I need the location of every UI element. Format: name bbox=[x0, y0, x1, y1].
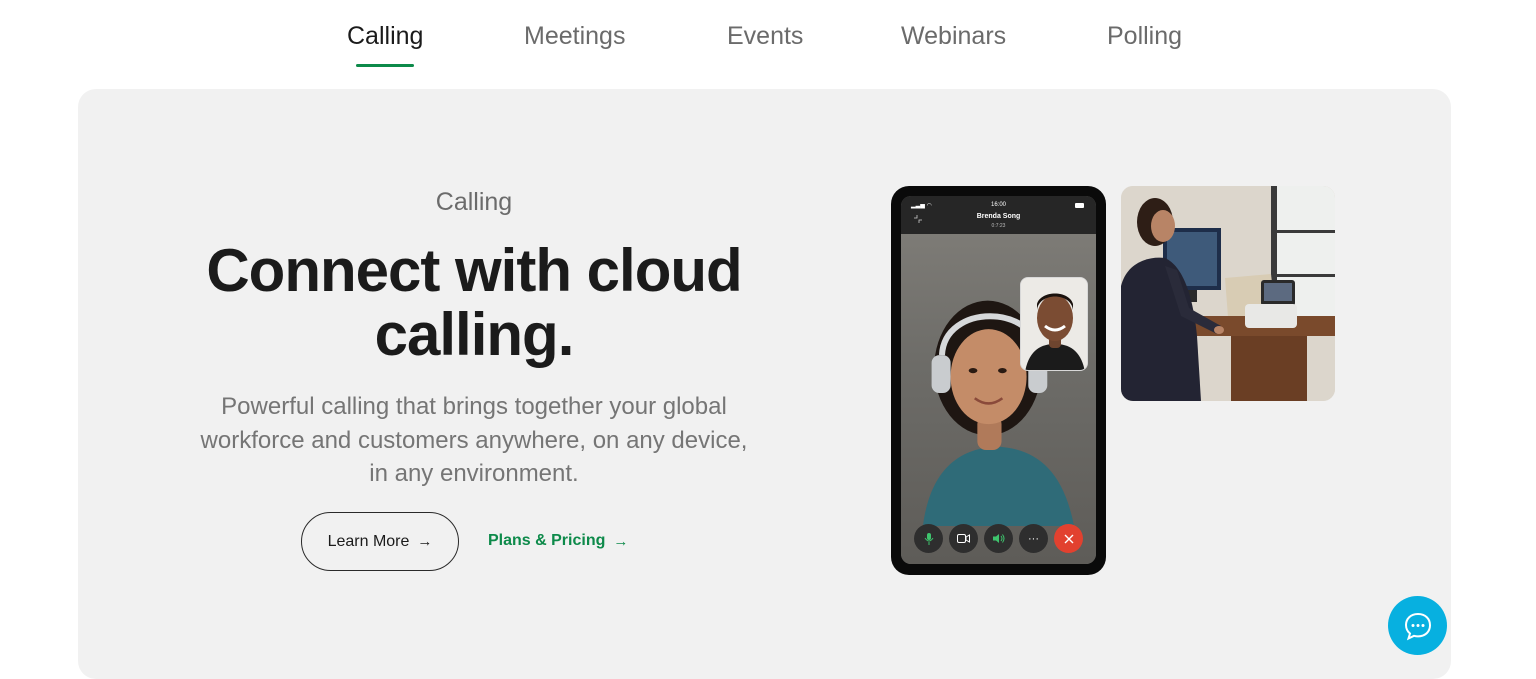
self-view-video bbox=[1020, 277, 1088, 371]
learn-more-button[interactable]: Learn More → bbox=[301, 512, 459, 571]
end-call-icon[interactable] bbox=[1054, 524, 1083, 553]
video-feed bbox=[901, 234, 1096, 564]
plans-pricing-link[interactable]: Plans & Pricing → bbox=[488, 528, 628, 554]
chat-bubble-icon[interactable] bbox=[1388, 596, 1447, 655]
hero-subtext: Powerful calling that brings together yo… bbox=[200, 393, 748, 487]
status-time: 16:00 bbox=[990, 202, 1006, 208]
office-photo bbox=[1121, 186, 1335, 401]
arrow-right-icon: → bbox=[613, 532, 629, 550]
hero-eyebrow: Calling bbox=[435, 188, 513, 216]
speaker-icon[interactable] bbox=[984, 524, 1013, 553]
hero-headline: Connect with cloud calling. bbox=[206, 237, 742, 368]
call-header: ▂▃▅ ◠ 16:00 Brenda Song 0:7:23 bbox=[901, 196, 1096, 234]
plans-pricing-label: Plans & Pricing bbox=[488, 532, 606, 549]
active-tab-indicator bbox=[356, 64, 414, 67]
tab-meetings[interactable]: Meetings bbox=[524, 22, 625, 51]
phone-screen: ▂▃▅ ◠ 16:00 Brenda Song 0:7:23 ··· bbox=[901, 196, 1096, 564]
caller-name: Brenda Song bbox=[976, 213, 1021, 220]
video-camera-icon[interactable] bbox=[949, 524, 978, 553]
phone-mockup: ▂▃▅ ◠ 16:00 Brenda Song 0:7:23 ··· bbox=[891, 186, 1106, 575]
call-controls: ··· bbox=[901, 524, 1096, 558]
product-tabs: Calling Meetings Events Webinars Polling bbox=[0, 0, 1536, 72]
tab-webinars[interactable]: Webinars bbox=[901, 22, 1006, 51]
arrow-right-icon: → bbox=[417, 533, 433, 550]
tab-events[interactable]: Events bbox=[727, 22, 803, 51]
tab-polling[interactable]: Polling bbox=[1107, 22, 1182, 51]
call-duration: 0:7:23 bbox=[991, 223, 1006, 229]
tab-calling[interactable]: Calling bbox=[347, 22, 423, 51]
more-dots-icon[interactable]: ··· bbox=[1019, 524, 1048, 553]
learn-more-label: Learn More bbox=[327, 532, 410, 550]
battery-icon bbox=[1075, 203, 1084, 208]
microphone-icon[interactable] bbox=[914, 524, 943, 553]
